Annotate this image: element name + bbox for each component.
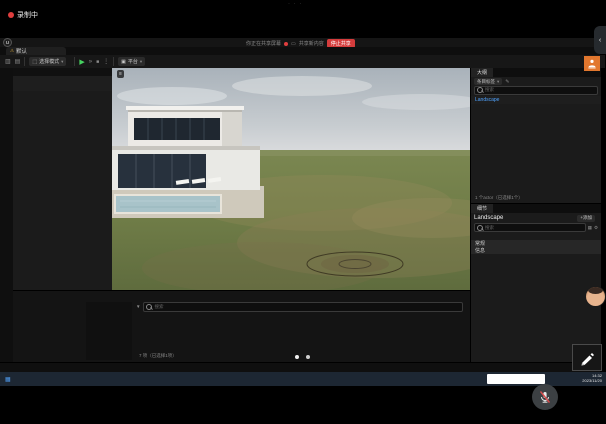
details-section-info[interactable]: 信息 [471, 247, 601, 254]
viewport-scene[interactable] [112, 68, 470, 290]
recording-label: 录制中 [17, 10, 38, 20]
avatar-hair [588, 286, 603, 294]
mic-muted-icon [538, 390, 552, 404]
save-button[interactable]: ▥ [5, 58, 11, 65]
mode-select-dropdown[interactable]: ⬚ 选择模式 ▾ [29, 57, 66, 66]
content-filter-row: ▼ 搜索 [136, 302, 466, 311]
recording-indicator: 录制中 [8, 10, 38, 20]
play-button[interactable]: ▶ [79, 58, 84, 66]
content-breadcrumb-row [13, 291, 470, 300]
share-live-dot-icon [284, 42, 288, 46]
page-dot[interactable] [306, 355, 310, 359]
stop-button[interactable]: ■ [96, 59, 99, 65]
main-toolbar: ▥ ▤ ⬚ 选择模式 ▾ ▶ » ■ ⋮ ▣ 平台 ▾ [0, 55, 605, 69]
platform-dropdown[interactable]: ▣ 平台 ▾ [118, 57, 145, 66]
content-search-placeholder: 搜索 [154, 304, 163, 310]
toolbar-divider [74, 57, 75, 66]
chevron-down-icon: ▾ [61, 59, 63, 65]
outliner-item-label: Landscape [475, 97, 499, 103]
landscape-mode-panel [13, 68, 112, 290]
outliner-search-input[interactable]: 搜索 [474, 86, 598, 95]
add-component-button[interactable]: +添加 [577, 215, 595, 222]
tab-details[interactable]: 细节 [471, 204, 493, 213]
details-category-chips [471, 232, 601, 240]
webcam-avatar[interactable] [585, 286, 606, 307]
outliner-filter-label: 条目标签 [477, 79, 495, 85]
windows-taskbar: ▦ 14:32 2023/11/20 [0, 372, 606, 386]
mode-tools [13, 76, 112, 91]
recording-dot-icon [8, 12, 14, 18]
meeting-sidebar-collapse-button[interactable]: ‹ [594, 26, 606, 54]
page-dot[interactable] [295, 355, 299, 359]
share-audio-alert-button[interactable] [584, 56, 600, 71]
platform-icon: ▣ [121, 59, 126, 65]
search-icon [146, 304, 152, 310]
share-new-text[interactable]: 共享新内容 [299, 40, 324, 47]
outliner-search-row: 搜索 [471, 86, 601, 94]
details-actor-name: Landscape [474, 215, 503, 221]
viewport-toolbar-left: ≡ [117, 70, 127, 78]
details-search-row: 搜索 ▦ ⚙ [471, 223, 601, 232]
ue-editor-window: U 你正在共享屏幕 ▭ 共享新内容 停止共享 ⚠ 默认 ▥ ▤ ⬚ 选择模式 [0, 38, 600, 372]
taskbar-search-input[interactable] [487, 374, 545, 384]
search-icon [477, 225, 483, 231]
details-header: Landscape +添加 [471, 213, 601, 223]
grid-view-icon[interactable]: ▦ [588, 225, 592, 231]
outliner-item-landscape[interactable]: Landscape [471, 96, 601, 104]
mode-select-label: 选择模式 [39, 58, 59, 65]
details-tabbar: 细节 [471, 204, 601, 213]
overlay-drag-handle[interactable]: · · · [288, 1, 302, 7]
platform-label: 平台 [128, 58, 138, 65]
outliner-search-placeholder: 搜索 [485, 87, 494, 93]
tab-outliner[interactable]: 大纲 [471, 68, 493, 77]
warning-icon: ⚠ [10, 48, 14, 54]
desktop-screen: 录制中 · · · U 你正在共享屏幕 ▭ 共享新内容 停止共享 ⚠ 默认 [0, 0, 606, 424]
taskbar-clock[interactable]: 14:32 2023/11/20 [576, 373, 602, 383]
left-sidebar-strip [0, 68, 13, 372]
content-search-input[interactable]: 搜索 [143, 302, 463, 312]
outliner-panel: 大纲 条目标签▾ ✎ 搜索 Landscape 1 个actor（已选择1个） [470, 68, 601, 203]
settings-gear-icon[interactable]: ⚙ [594, 225, 598, 231]
outliner-filter-row: 条目标签▾ ✎ [471, 77, 601, 86]
filter-funnel-icon[interactable]: ▼ [136, 304, 140, 309]
chevron-left-icon: ‹ [599, 37, 601, 44]
skip-button[interactable]: » [89, 59, 92, 65]
annotation-pen-button[interactable] [572, 344, 602, 371]
play-options-button[interactable]: ⋮ [103, 58, 109, 65]
mode-tabs [13, 68, 112, 76]
search-icon [477, 87, 483, 93]
content-drawer: ▼ 搜索 7 项（已选择1项） [13, 290, 470, 363]
outliner-filter-chip[interactable]: 条目标签▾ [474, 78, 502, 85]
monitor-icon: ▭ [291, 41, 296, 47]
outliner-tabbar: 大纲 [471, 68, 601, 77]
toolbar-divider [24, 57, 25, 66]
level-tab[interactable]: ⚠ 默认 [6, 47, 66, 55]
content-browser-button[interactable]: ▤ [15, 58, 21, 65]
edit-icon[interactable]: ✎ [505, 79, 509, 85]
pen-icon [579, 350, 595, 366]
details-search-placeholder: 搜索 [485, 225, 494, 231]
details-search-input[interactable]: 搜索 [474, 223, 586, 232]
viewport-menu-button[interactable]: ≡ [117, 70, 124, 78]
chevron-down-icon: ▾ [497, 79, 499, 85]
content-sources-column [86, 302, 132, 360]
share-status-text: 你正在共享屏幕 [246, 40, 281, 47]
person-download-icon [587, 59, 597, 69]
toolbar-divider [113, 57, 114, 66]
viewport[interactable]: ≡ [112, 68, 470, 290]
chevron-down-icon: ▾ [140, 59, 142, 65]
mic-muted-button[interactable] [532, 384, 558, 410]
content-status-text: 7 项（已选择1项） [139, 353, 177, 359]
clock-date: 2023/11/20 [582, 378, 602, 383]
outliner-footer: 1 个actor（已选择1个） [475, 195, 523, 201]
start-button[interactable]: ▦ [5, 376, 11, 383]
editor-status-bar [0, 362, 600, 372]
details-section-general[interactable]: 常规 [471, 240, 601, 247]
level-tabbar: ⚠ 默认 [0, 47, 600, 55]
mode-select-icon: ⬚ [32, 59, 37, 65]
level-tab-label: 默认 [16, 47, 27, 55]
share-page-dots [295, 355, 310, 359]
details-panel: 细节 Landscape +添加 搜索 ▦ ⚙ 常规 信息 [470, 203, 601, 363]
ue-logo: U [3, 38, 12, 47]
